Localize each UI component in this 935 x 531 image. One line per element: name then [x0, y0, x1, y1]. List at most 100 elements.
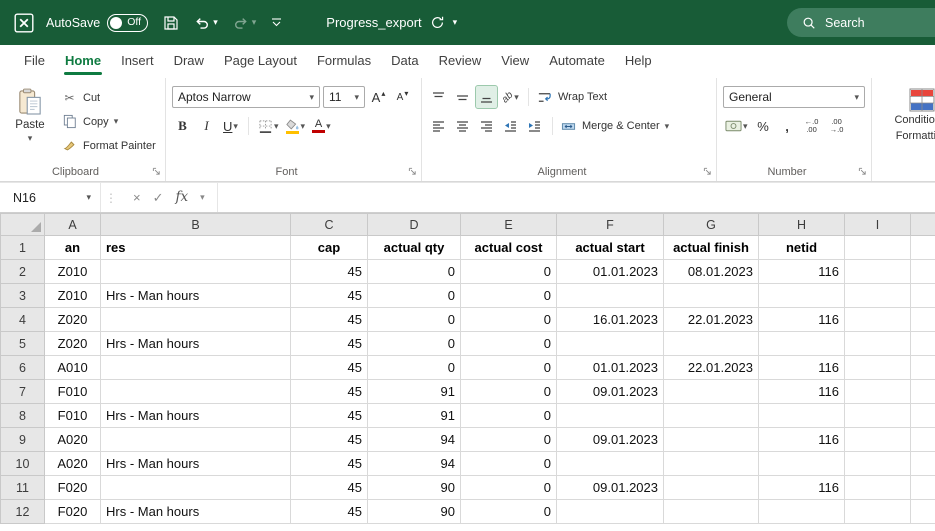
- column-header-e[interactable]: E: [460, 213, 557, 236]
- top-align-button[interactable]: [428, 86, 449, 108]
- undo-button[interactable]: ▾: [194, 15, 218, 31]
- cell-C4[interactable]: 45: [290, 307, 368, 332]
- font-color-button[interactable]: A ▾: [310, 115, 333, 137]
- tab-home[interactable]: Home: [55, 45, 111, 78]
- cell-C8[interactable]: 45: [290, 403, 368, 428]
- cell-E4[interactable]: 0: [460, 307, 557, 332]
- cell-F3[interactable]: [556, 283, 664, 308]
- cell-A7[interactable]: F010: [44, 379, 101, 404]
- row-header-1[interactable]: 1: [0, 235, 45, 260]
- cell-D8[interactable]: 91: [367, 403, 461, 428]
- cell-A3[interactable]: Z010: [44, 283, 101, 308]
- number-format-combobox[interactable]: General ▾: [723, 86, 865, 108]
- cell-overflow-1[interactable]: [910, 235, 935, 260]
- cell-C11[interactable]: 45: [290, 475, 368, 500]
- cell-F2[interactable]: 01.01.2023: [556, 259, 664, 284]
- accounting-format-button[interactable]: ▾: [723, 115, 750, 137]
- cell-H4[interactable]: 116: [758, 307, 845, 332]
- cell-H8[interactable]: [758, 403, 845, 428]
- cell-C9[interactable]: 45: [290, 427, 368, 452]
- cell-overflow-7[interactable]: [910, 379, 935, 404]
- column-header-i[interactable]: I: [844, 213, 911, 236]
- cell-G1[interactable]: actual finish: [663, 235, 759, 260]
- cell-B3[interactable]: Hrs - Man hours: [100, 283, 291, 308]
- cell-E9[interactable]: 0: [460, 427, 557, 452]
- row-header-12[interactable]: 12: [0, 499, 45, 524]
- cell-overflow-3[interactable]: [910, 283, 935, 308]
- row-header-5[interactable]: 5: [0, 331, 45, 356]
- cell-H9[interactable]: 116: [758, 427, 845, 452]
- formula-input[interactable]: [218, 183, 935, 212]
- cell-G4[interactable]: 22.01.2023: [663, 307, 759, 332]
- redo-button[interactable]: ▾: [233, 15, 256, 31]
- wrap-text-button[interactable]: Wrap Text: [536, 87, 607, 108]
- font-dialog-launcher[interactable]: [408, 167, 417, 176]
- cell-G5[interactable]: [663, 331, 759, 356]
- column-header-d[interactable]: D: [367, 213, 461, 236]
- underline-button[interactable]: U ▾: [220, 115, 241, 137]
- cell-B8[interactable]: Hrs - Man hours: [100, 403, 291, 428]
- font-size-combobox[interactable]: 11 ▾: [323, 86, 365, 108]
- cell-I10[interactable]: [844, 451, 911, 476]
- comma-style-button[interactable]: ,: [777, 115, 798, 137]
- cell-I12[interactable]: [844, 499, 911, 524]
- cell-A8[interactable]: F010: [44, 403, 101, 428]
- cell-F7[interactable]: 09.01.2023: [556, 379, 664, 404]
- cell-G6[interactable]: 22.01.2023: [663, 355, 759, 380]
- align-center-button[interactable]: [452, 115, 473, 137]
- row-header-11[interactable]: 11: [0, 475, 45, 500]
- cell-E11[interactable]: 0: [460, 475, 557, 500]
- cell-E3[interactable]: 0: [460, 283, 557, 308]
- row-header-9[interactable]: 9: [0, 427, 45, 452]
- cell-overflow-4[interactable]: [910, 307, 935, 332]
- cell-overflow-8[interactable]: [910, 403, 935, 428]
- cell-B9[interactable]: [100, 427, 291, 452]
- cell-A2[interactable]: Z010: [44, 259, 101, 284]
- cell-B2[interactable]: [100, 259, 291, 284]
- cell-D5[interactable]: 0: [367, 331, 461, 356]
- cell-F4[interactable]: 16.01.2023: [556, 307, 664, 332]
- cell-G3[interactable]: [663, 283, 759, 308]
- cell-I7[interactable]: [844, 379, 911, 404]
- cell-G8[interactable]: [663, 403, 759, 428]
- cell-overflow-6[interactable]: [910, 355, 935, 380]
- cell-C6[interactable]: 45: [290, 355, 368, 380]
- format-painter-button[interactable]: Format Painter: [61, 135, 156, 156]
- row-header-10[interactable]: 10: [0, 451, 45, 476]
- cell-B4[interactable]: [100, 307, 291, 332]
- cell-B1[interactable]: res: [100, 235, 291, 260]
- cell-C5[interactable]: 45: [290, 331, 368, 356]
- cell-D2[interactable]: 0: [367, 259, 461, 284]
- decrease-decimal-button[interactable]: .00 →.0: [826, 115, 848, 137]
- cell-H7[interactable]: 116: [758, 379, 845, 404]
- column-header-a[interactable]: A: [44, 213, 101, 236]
- cell-G10[interactable]: [663, 451, 759, 476]
- cell-I11[interactable]: [844, 475, 911, 500]
- column-header-b[interactable]: B: [100, 213, 291, 236]
- cell-overflow-10[interactable]: [910, 451, 935, 476]
- cell-I4[interactable]: [844, 307, 911, 332]
- borders-button[interactable]: ▾: [256, 115, 281, 137]
- cell-I8[interactable]: [844, 403, 911, 428]
- fill-color-button[interactable]: ▾: [284, 115, 308, 137]
- cell-A6[interactable]: A010: [44, 355, 101, 380]
- cell-C12[interactable]: 45: [290, 499, 368, 524]
- row-header-8[interactable]: 8: [0, 403, 45, 428]
- cell-H5[interactable]: [758, 331, 845, 356]
- bottom-align-button[interactable]: [475, 85, 498, 109]
- customize-quick-access-toolbar-button[interactable]: [271, 18, 282, 27]
- cell-overflow-5[interactable]: [910, 331, 935, 356]
- cell-C3[interactable]: 45: [290, 283, 368, 308]
- increase-indent-button[interactable]: [524, 115, 545, 137]
- decrease-font-size-button[interactable]: A ▾: [392, 86, 413, 108]
- tab-insert[interactable]: Insert: [111, 45, 164, 78]
- cell-E10[interactable]: 0: [460, 451, 557, 476]
- decrease-indent-button[interactable]: [500, 115, 521, 137]
- cell-G9[interactable]: [663, 427, 759, 452]
- cell-D3[interactable]: 0: [367, 283, 461, 308]
- autosave-toggle[interactable]: Off: [107, 13, 149, 32]
- align-left-button[interactable]: [428, 115, 449, 137]
- cell-A12[interactable]: F020: [44, 499, 101, 524]
- cell-A9[interactable]: A020: [44, 427, 101, 452]
- cell-I5[interactable]: [844, 331, 911, 356]
